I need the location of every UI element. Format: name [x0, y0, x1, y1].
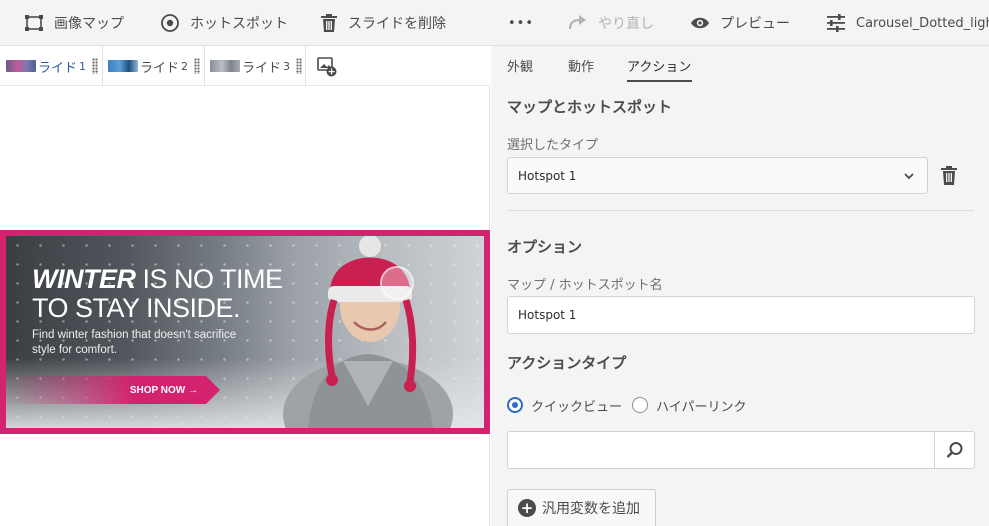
add-generic-variable-button[interactable]: + 汎用変数を追加 — [507, 489, 656, 526]
image-map-icon — [25, 15, 43, 31]
redo-button[interactable]: やり直し — [568, 0, 654, 46]
banner-headline-bold: WINTER — [32, 264, 136, 294]
shop-now-button[interactable]: SHOP NOW → — [6, 376, 220, 404]
tab-action[interactable]: アクション — [627, 56, 691, 75]
redo-label: やり直し — [598, 16, 654, 32]
slide-tab-label: ライド — [140, 60, 180, 76]
slide-tab-1[interactable]: ライド 1 — [0, 46, 103, 86]
slide-tab-number: 2 — [181, 59, 189, 73]
chevron-down-icon — [904, 173, 914, 180]
slide-thumbnail — [210, 60, 240, 72]
hyperlink-radio-label[interactable]: ハイパーリンク — [656, 396, 746, 415]
trash-icon — [941, 166, 957, 185]
redo-icon — [568, 15, 586, 30]
quickview-radio-label[interactable]: クイックビュー — [531, 396, 622, 415]
sliders-icon — [827, 14, 845, 32]
banner-headline: WINTER IS NO TIME — [32, 264, 283, 295]
action-type-heading: アクションタイプ — [507, 354, 627, 372]
add-slide-button[interactable] — [316, 56, 338, 78]
toolbar: 画像マップ ホットスポット スライドを削除 ••• やり直し プレビュー Car… — [0, 0, 989, 46]
options-heading: オプション — [507, 238, 583, 256]
drag-handle-icon[interactable] — [92, 58, 99, 74]
preview-label: プレビュー — [720, 16, 790, 32]
drag-handle-icon[interactable] — [194, 58, 201, 74]
image-map-button[interactable]: 画像マップ — [24, 0, 124, 46]
delete-hotspot-button[interactable] — [941, 166, 961, 186]
selected-type-label: 選択したタイプ — [507, 138, 599, 153]
section-divider — [507, 210, 974, 211]
add-slide-icon — [317, 57, 337, 77]
quickview-radio[interactable] — [507, 397, 523, 413]
hotspot-name-field[interactable]: Hotspot 1 — [507, 296, 975, 334]
slide-tab-2[interactable]: ライド 2 — [103, 46, 205, 86]
tab-appearance[interactable]: 外観 — [507, 56, 533, 75]
eye-icon — [691, 17, 709, 29]
banner-subtext: Find winter fashion that doesn't sacrifi… — [32, 329, 237, 356]
slide-tab-3[interactable]: ライド 3 — [205, 46, 306, 86]
delete-slide-label: スライドを削除 — [348, 16, 446, 32]
hotspot-marker[interactable] — [380, 266, 414, 300]
action-type-radio-group: クイックビュー ハイパーリンク — [507, 395, 757, 415]
woman-photo — [283, 236, 453, 428]
banner-headline-line2: TO STAY INSIDE. — [32, 293, 241, 323]
slide-thumbnail — [6, 60, 36, 72]
selected-type-select[interactable]: Hotspot 1 — [507, 157, 928, 194]
hotspot-label: ホットスポット — [190, 16, 288, 32]
hotspot-name-label: マップ / ホットスポット名 — [507, 278, 663, 293]
hotspot-icon — [161, 14, 179, 32]
add-variable-label: 汎用変数を追加 — [542, 501, 640, 517]
more-button[interactable]: ••• — [508, 0, 534, 46]
slide-tab-number: 3 — [283, 59, 291, 73]
trash-icon — [321, 14, 337, 32]
slide-tab-label: ライド — [242, 60, 282, 76]
hotspot-name-value: Hotspot 1 — [518, 308, 577, 322]
drag-handle-icon[interactable] — [296, 58, 303, 74]
properties-panel: 外観 動作 アクション マップとホットスポット 選択したタイプ Hotspot … — [491, 46, 989, 526]
preset-settings-button[interactable]: Carousel_Dotted_light — [826, 0, 989, 46]
slide-banner-image[interactable]: WINTER IS NO TIME TO STAY INSIDE. Find w… — [0, 230, 490, 434]
banner-headline-rest: IS NO TIME — [135, 264, 283, 294]
panel-tabs: 外観 動作 アクション — [491, 46, 989, 82]
search-button[interactable] — [934, 432, 974, 468]
slide-tabs: ライド 1 ライド 2 ライド 3 — [0, 46, 490, 86]
hotspot-button[interactable]: ホットスポット — [160, 0, 288, 46]
canvas-panel: ライド 1 ライド 2 ライド 3 WINTER IS NO TIME TO S… — [0, 46, 490, 526]
preset-name: Carousel_Dotted_light — [856, 15, 989, 31]
plus-circle-icon: + — [518, 499, 536, 517]
quickview-search-input[interactable] — [508, 432, 935, 468]
image-map-label: 画像マップ — [54, 16, 124, 32]
slide-tab-number: 1 — [79, 59, 87, 73]
selected-type-value: Hotspot 1 — [518, 168, 577, 183]
delete-slide-button[interactable]: スライドを削除 — [320, 0, 446, 46]
quickview-search — [507, 431, 975, 469]
tab-behavior[interactable]: 動作 — [568, 56, 594, 75]
search-icon — [946, 442, 962, 458]
active-tab-indicator — [627, 80, 692, 82]
preview-button[interactable]: プレビュー — [690, 0, 790, 46]
map-hotspot-heading: マップとホットスポット — [507, 98, 673, 116]
more-icon: ••• — [508, 15, 535, 31]
hyperlink-radio[interactable] — [632, 397, 649, 413]
slide-thumbnail — [108, 60, 138, 72]
slide-tab-label: ライド — [38, 60, 78, 76]
